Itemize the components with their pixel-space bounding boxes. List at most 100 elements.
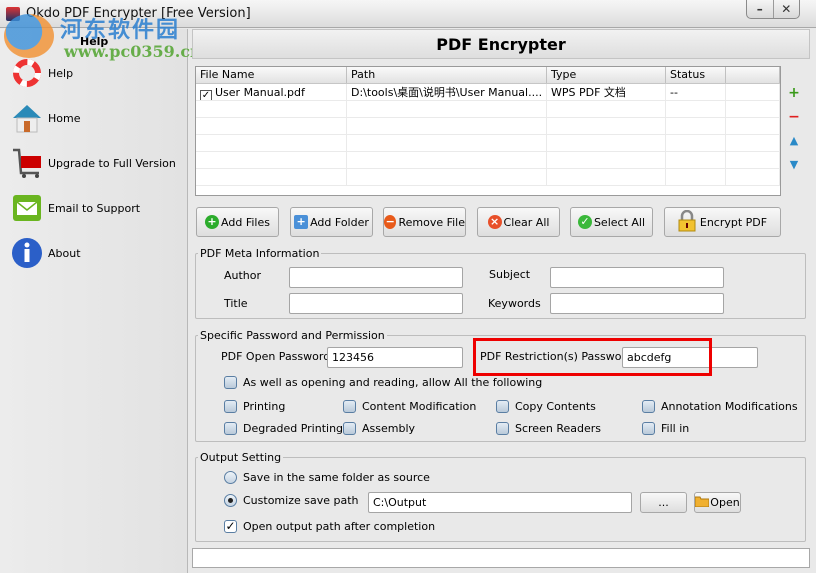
sidebar-item-home[interactable]: Home [10,100,180,136]
checkbox-label: Printing [243,400,286,413]
remove-file-button[interactable]: − Remove File [383,207,466,237]
allow-all-checkbox[interactable]: As well as opening and reading, allow Al… [224,376,542,389]
button-label: Add Folder [310,215,369,229]
remove-item-icon[interactable]: − [787,110,801,124]
column-header-status[interactable]: Status [666,67,726,83]
checkbox-label: As well as opening and reading, allow Al… [243,376,543,389]
lifebuoy-icon [10,56,44,90]
folder-icon [694,495,710,510]
title-input[interactable] [289,293,463,314]
button-label: Encrypt PDF [699,215,768,229]
open-folder-button[interactable]: Open [694,492,741,513]
output-path-input[interactable] [368,492,632,513]
checkbox-label: Degraded Printing [243,422,344,435]
add-folder-button[interactable]: + Add Folder [290,207,373,237]
checkbox-box [642,400,655,413]
add-files-button[interactable]: + Add Files [196,207,279,237]
checkbox-label: Content Modification [362,400,477,413]
output-setting-legend: Output Setting [200,451,282,464]
checkbox-box [496,400,509,413]
button-label: Open [710,496,740,509]
checkbox-label: Annotation Modifications [661,400,798,413]
table-row-empty [196,135,780,152]
table-row-empty [196,101,780,118]
radio-circle [224,471,237,484]
checkbox-box: ✓ [224,519,237,533]
meta-info-legend: PDF Meta Information [200,247,320,260]
button-label: Select All [593,215,646,229]
copy-contents-checkbox[interactable]: Copy Contents [496,400,596,413]
table-row-empty [196,118,780,135]
cell-file-name: ✓ User Manual.pdf [196,84,347,100]
author-input[interactable] [289,267,463,288]
add-item-icon[interactable]: + [787,86,801,100]
sidebar-item-label: Email to Support [48,201,141,215]
same-folder-radio[interactable]: Save in the same folder as source [224,471,430,484]
button-label: Remove File [398,215,465,229]
keywords-input[interactable] [550,293,724,314]
checkbox-label: Open output path after completion [243,520,436,533]
checkbox-label: Fill in [661,422,690,435]
radio-label: Save in the same folder as source [243,471,430,484]
clear-all-button[interactable]: × Clear All [477,207,560,237]
cell-type: WPS PDF 文档 [547,84,666,100]
checkbox-box [343,422,356,435]
button-label: Add Files [221,215,270,229]
move-down-icon[interactable]: ▼ [787,158,801,172]
window-title: Okdo PDF Encrypter [Free Version] [26,6,251,21]
checkbox-label: Assembly [362,422,416,435]
browse-button[interactable]: ... [640,492,687,513]
sidebar-item-email-support[interactable]: Email to Support [10,190,180,226]
column-header-type[interactable]: Type [547,67,666,83]
table-row[interactable]: ✓ User Manual.pdf D:\tools\桌面\说明书\User Ma… [196,84,780,101]
sidebar-item-label: Help [48,66,74,80]
cell-path: D:\tools\桌面\说明书\User Manual.... [347,84,547,100]
minimize-button[interactable]: – [747,0,773,18]
checkbox-box [642,422,655,435]
table-header: File Name Path Type Status [196,67,780,84]
restriction-password-input[interactable] [622,347,758,368]
window-controls: – ✕ [746,0,800,19]
password-permission-legend: Specific Password and Permission [200,329,385,342]
screen-readers-checkbox[interactable]: Screen Readers [496,422,601,435]
subject-label: Subject [489,268,531,281]
open-after-completion-checkbox[interactable]: ✓ Open output path after completion [224,520,435,533]
subject-input[interactable] [550,267,724,288]
author-label: Author [224,269,262,282]
button-label: Clear All [503,215,550,229]
fill-in-checkbox[interactable]: Fill in [642,422,689,435]
cell-status: -- [666,84,726,100]
folder-add-icon: + [294,215,309,229]
restriction-password-label: PDF Restriction(s) Password [480,350,633,363]
row-checkbox[interactable]: ✓ [200,90,212,100]
sidebar-item-upgrade[interactable]: Upgrade to Full Version [10,145,180,181]
plus-circle-icon: + [205,215,220,229]
encrypt-pdf-button[interactable]: Encrypt PDF [664,207,781,237]
page-title: PDF Encrypter [192,29,810,59]
customize-path-radio[interactable]: Customize save path [224,494,359,507]
checkbox-box [496,422,509,435]
degraded-printing-checkbox[interactable]: Degraded Printing [224,422,343,435]
table-row-empty [196,169,780,186]
checkbox-box [224,400,237,413]
sidebar-item-about[interactable]: About [10,235,180,271]
column-header-file-name[interactable]: File Name [196,67,347,83]
close-button[interactable]: ✕ [772,0,800,18]
select-all-button[interactable]: ✓ Select All [570,207,653,237]
file-table: File Name Path Type Status ✓ User Manual.… [195,66,781,196]
move-up-icon[interactable]: ▲ [787,134,801,148]
app-icon [6,7,20,21]
check-circle-icon: ✓ [577,215,592,229]
column-header-path[interactable]: Path [347,67,547,83]
assembly-checkbox[interactable]: Assembly [343,422,415,435]
home-icon [10,101,44,135]
table-row-empty [196,152,780,169]
radio-circle [224,494,237,507]
sidebar-item-help[interactable]: Help [10,55,180,91]
file-name: User Manual.pdf [215,86,305,99]
checkbox-box [224,422,237,435]
content-modification-checkbox[interactable]: Content Modification [343,400,476,413]
printing-checkbox[interactable]: Printing [224,400,285,413]
open-password-input[interactable] [327,347,463,368]
annotation-modifications-checkbox[interactable]: Annotation Modifications [642,400,798,413]
